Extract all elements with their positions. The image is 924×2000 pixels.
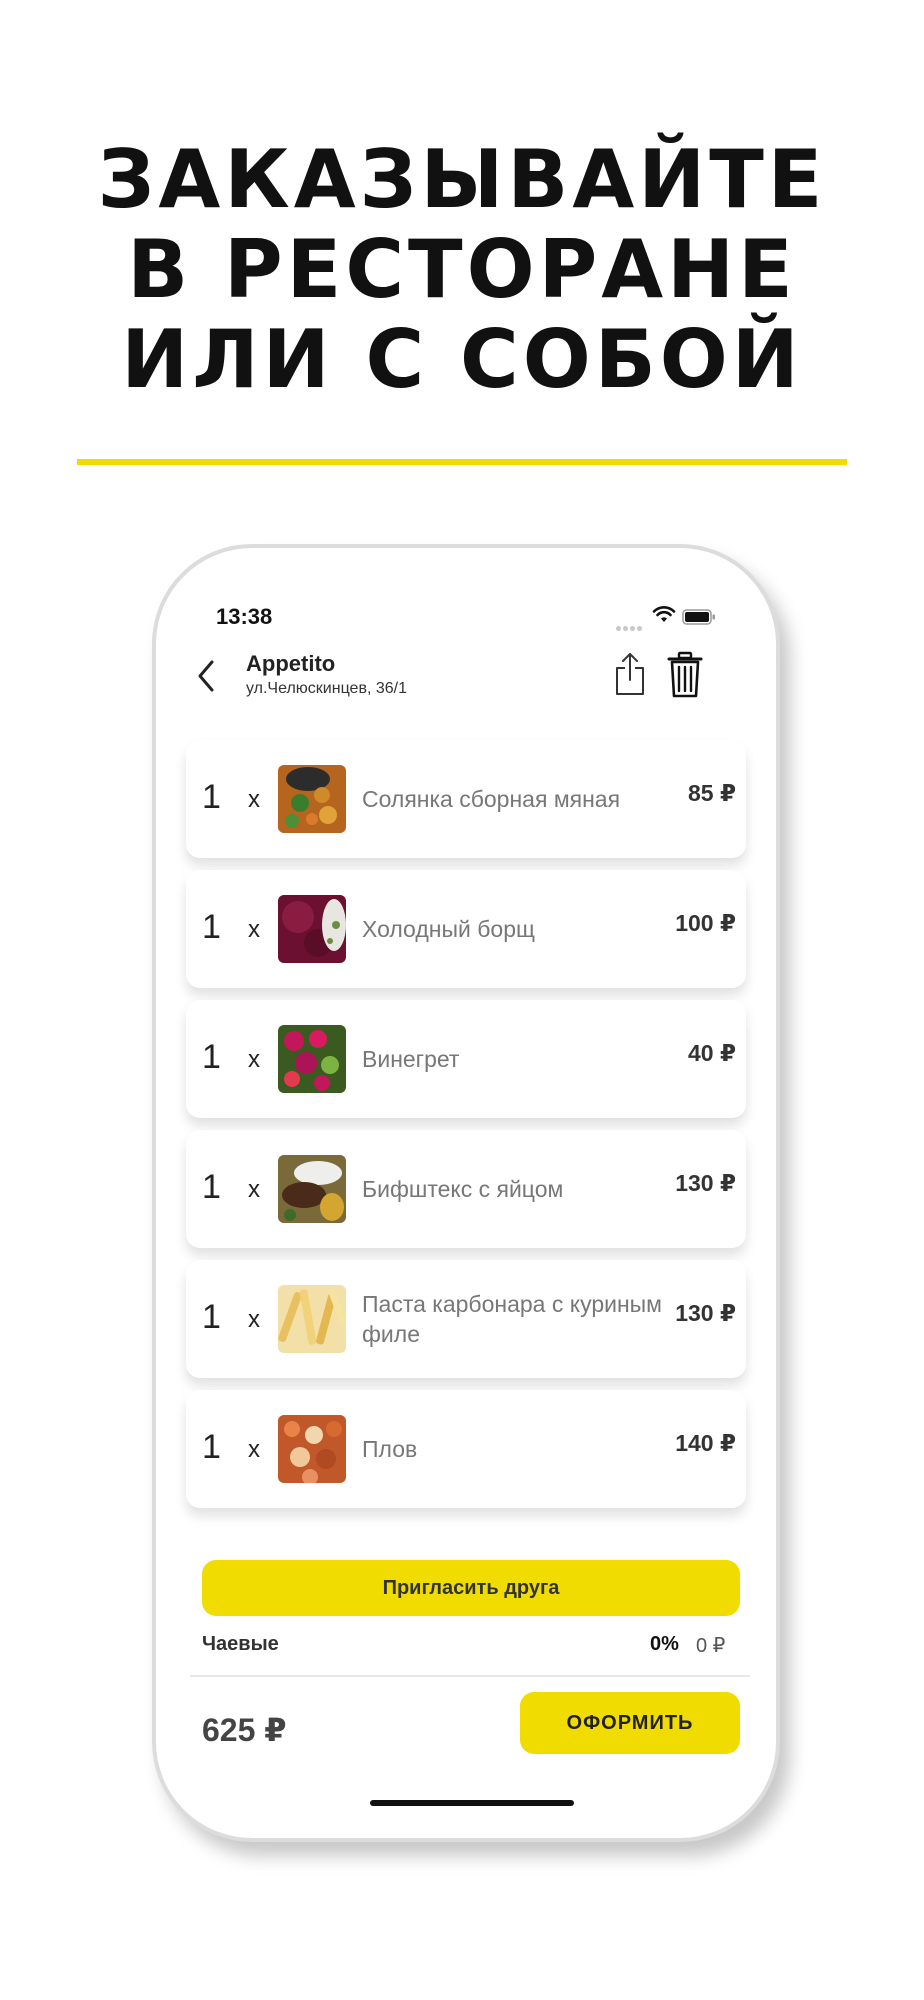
dish-photo (278, 1415, 346, 1483)
status-icons (616, 606, 726, 631)
item-price: 140 ₽ (675, 1430, 736, 1456)
item-quantity: 1 (202, 1298, 221, 1336)
divider (190, 1675, 750, 1677)
item-name: Солянка сборная мяная (362, 786, 621, 812)
accent-divider (77, 459, 847, 465)
item-name: Бифштекс с яйцом (362, 1176, 564, 1202)
signal-icon (616, 618, 644, 636)
order-total: 625 ₽ (202, 1712, 287, 1748)
item-multiplier: x (248, 916, 260, 943)
item-name: Паста карбонара с куриным филе (362, 1291, 662, 1347)
phone-frame: 13:38 Appetito ул.Челюскинцев, 36/1 1 x … (152, 544, 780, 1842)
dish-photo (278, 895, 346, 963)
order-items-list: 1 x Солянка сборная мяная 85 ₽ 1 x Холод… (186, 740, 746, 1520)
order-item[interactable]: 1 x Паста карбонара с куриным филе 130 ₽ (186, 1260, 746, 1378)
item-multiplier: x (248, 786, 260, 813)
invite-friend-button[interactable]: Пригласить друга (202, 1560, 740, 1616)
item-price: 130 ₽ (675, 1170, 736, 1196)
order-item[interactable]: 1 x Бифштекс с яйцом 130 ₽ (186, 1130, 746, 1248)
trash-icon[interactable] (666, 650, 704, 700)
headline-line-3: ИЛИ С СОБОЙ (121, 313, 803, 406)
tips-percent[interactable]: 0% (650, 1633, 679, 1656)
tips-amount: 0 ₽ (696, 1635, 726, 1657)
dish-photo (278, 1025, 346, 1093)
item-name: Плов (362, 1436, 418, 1462)
item-quantity: 1 (202, 908, 221, 946)
back-icon[interactable] (192, 656, 222, 696)
order-item[interactable]: 1 x Солянка сборная мяная 85 ₽ (186, 740, 746, 858)
item-quantity: 1 (202, 1428, 221, 1466)
phone-screen: 13:38 Appetito ул.Челюскинцев, 36/1 1 x … (166, 558, 766, 1828)
tips-label: Чаевые (202, 1633, 279, 1655)
headline-line-1: ЗАКАЗЫВАЙТЕ (97, 133, 827, 226)
order-item[interactable]: 1 x Винегрет 40 ₽ (186, 1000, 746, 1118)
item-quantity: 1 (202, 1168, 221, 1206)
venue-name: Appetito (246, 651, 336, 676)
order-item[interactable]: 1 x Холодный борщ 100 ₽ (186, 870, 746, 988)
item-multiplier: x (248, 1436, 260, 1463)
item-price: 85 ₽ (688, 780, 736, 806)
item-name: Винегрет (362, 1046, 460, 1072)
item-multiplier: x (248, 1046, 260, 1073)
wifi-icon (652, 606, 676, 622)
item-quantity: 1 (202, 778, 221, 816)
promo-headline: ЗАКАЗЫВАЙТЕ В РЕСТОРАНЕ ИЛИ С СОБОЙ (0, 135, 924, 405)
item-price: 40 ₽ (688, 1040, 736, 1066)
headline-line-2: В РЕСТОРАНЕ (127, 223, 797, 316)
dish-photo (278, 1285, 346, 1353)
item-price: 130 ₽ (675, 1300, 736, 1326)
share-icon[interactable] (613, 650, 647, 698)
item-price: 100 ₽ (675, 910, 736, 936)
item-quantity: 1 (202, 1038, 221, 1076)
item-multiplier: x (248, 1176, 260, 1203)
home-indicator (370, 1800, 574, 1806)
status-time: 13:38 (216, 604, 273, 629)
battery-icon (682, 609, 715, 625)
order-item[interactable]: 1 x Плов 140 ₽ (186, 1390, 746, 1508)
dish-photo (278, 765, 346, 833)
checkout-button[interactable]: ОФОРМИТЬ (520, 1692, 740, 1754)
venue-address: ул.Челюскинцев, 36/1 (246, 680, 407, 697)
dish-photo (278, 1155, 346, 1223)
item-name: Холодный борщ (362, 916, 535, 942)
item-multiplier: x (248, 1306, 260, 1333)
